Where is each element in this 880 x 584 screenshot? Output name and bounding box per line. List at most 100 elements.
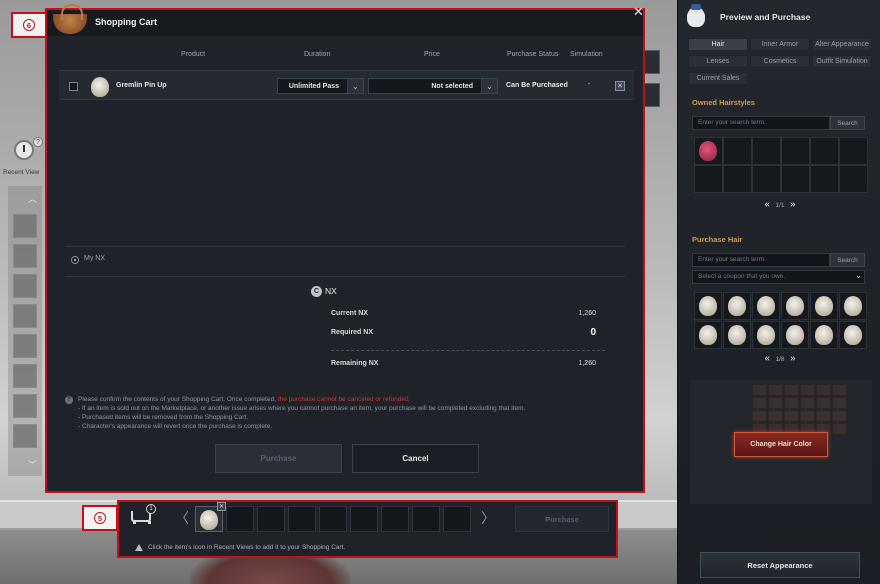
color-swatch[interactable] [816,410,831,422]
close-icon[interactable]: ✕ [633,4,644,20]
color-swatch[interactable] [800,397,815,409]
recent-view-slot[interactable] [13,214,37,238]
color-swatch[interactable] [816,384,831,396]
tab-inner-armor[interactable]: Inner Armor [750,38,810,51]
color-swatch[interactable] [784,397,799,409]
purchase-hair-slot[interactable] [723,292,751,320]
payment-radio[interactable] [71,256,79,264]
color-swatch[interactable] [752,384,767,396]
color-swatch[interactable] [752,410,767,422]
purchase-hair-slot[interactable] [810,321,838,349]
color-swatch[interactable] [832,397,847,409]
tab-cosmetics[interactable]: Cosmetics [750,55,810,68]
chevron-down-icon[interactable]: ﹀ [28,458,37,471]
color-swatch[interactable] [752,397,767,409]
tab-current-sales[interactable]: Current Sales [688,72,748,85]
duration-select[interactable]: Unlimited Pass ⌄ [277,78,364,94]
purchase-hair-slot[interactable] [752,292,780,320]
help-icon[interactable]: ? [33,137,43,147]
purchase-hair-slot[interactable] [839,321,867,349]
owned-search-input[interactable]: Enter your search term. [692,116,830,130]
purchase-hair-slot[interactable] [810,292,838,320]
tab-lenses[interactable]: Lenses [688,55,748,68]
cart-slot[interactable] [288,506,316,532]
simulation-value: - [588,81,591,88]
color-swatch[interactable] [832,410,847,422]
purchase-hair-slot[interactable] [723,321,751,349]
cart-slot[interactable] [412,506,440,532]
hair-thumbnail [840,293,866,319]
color-swatch[interactable] [768,384,783,396]
cart-slot[interactable] [319,506,347,532]
purchase-search-button[interactable]: Search [830,253,865,267]
page-next-icon[interactable]: » [790,353,796,364]
cart-slot[interactable] [226,506,254,532]
purchase-hair-slot[interactable] [694,321,722,349]
recent-view-slot[interactable] [13,244,37,268]
owned-hair-slot [781,165,810,193]
cart-slot[interactable] [257,506,285,532]
tab-hair[interactable]: Hair [688,38,748,51]
chevron-up-icon[interactable]: ︿ [28,192,37,205]
cart-bar-purchase-button[interactable]: Purchase [515,506,609,532]
color-swatch[interactable] [768,397,783,409]
color-swatch[interactable] [784,384,799,396]
purchase-pager: « 1/8 » [750,353,810,364]
purchase-hair-slot[interactable] [694,292,722,320]
current-nx-label: Current NX [331,310,368,317]
current-nx-value: 1,260 [578,310,596,317]
tab-alter-appearance[interactable]: Alter Appearance [812,38,872,51]
purchase-hair-slot[interactable] [839,292,867,320]
chevron-left-icon[interactable]: 〈 [175,508,189,528]
chevron-down-icon: ⌄ [347,79,363,93]
tab-outfit-simulation[interactable]: Outfit Simulation [812,55,872,68]
color-swatch[interactable] [768,410,783,422]
recent-view-slot[interactable] [13,364,37,388]
recent-view-slot[interactable] [13,334,37,358]
change-hair-color-button[interactable]: Change Hair Color [734,432,828,457]
color-swatch[interactable] [832,423,847,435]
divider [65,246,625,247]
camera-button[interactable] [644,50,660,74]
screenshot-button[interactable] [644,83,660,107]
hair-thumbnail [724,293,750,319]
recent-view-slot[interactable] [13,424,37,448]
column-header-simulation: Simulation [570,51,603,58]
owned-search-button[interactable]: Search [830,116,865,130]
price-select[interactable]: Not selected ⌄ [368,78,498,94]
reset-appearance-button[interactable]: Reset Appearance [700,552,860,578]
required-nx-value: 0 [590,327,596,338]
chevron-right-icon[interactable]: 〉 [481,508,495,528]
cart-slot[interactable] [381,506,409,532]
owned-hair-slot[interactable] [694,137,723,165]
page-prev-icon[interactable]: « [764,353,770,364]
purchase-hair-slot[interactable] [752,321,780,349]
callout-number: 5 [94,512,106,524]
color-swatch[interactable] [832,384,847,396]
recent-view-slot[interactable] [13,394,37,418]
recent-view-slot[interactable] [13,274,37,298]
cart-slot[interactable]: ✕ [195,502,226,532]
clock-icon[interactable] [14,140,34,160]
item-checkbox[interactable] [69,82,78,91]
purchase-search-input[interactable]: Enter your search term. [692,253,830,267]
color-swatch[interactable] [800,410,815,422]
recent-view-slot[interactable] [13,304,37,328]
remove-item-button[interactable]: ✕ [615,81,625,91]
page-next-icon[interactable]: » [790,199,796,210]
color-swatch[interactable] [784,410,799,422]
remove-slot-icon[interactable]: ✕ [217,502,226,511]
required-nx-label: Required NX [331,329,374,336]
purchase-hair-slot[interactable] [781,321,809,349]
cart-slot[interactable] [350,506,378,532]
color-swatch[interactable] [816,397,831,409]
purchase-hair-slot[interactable] [781,292,809,320]
notice-line: - Character's appearance will revert onc… [78,423,273,430]
page-prev-icon[interactable]: « [764,199,770,210]
cancel-button[interactable]: Cancel [352,444,479,473]
color-swatch[interactable] [800,384,815,396]
cart-slot[interactable] [443,506,471,532]
purchase-button[interactable]: Purchase [215,444,342,473]
owned-pager: « 1/1 » [750,199,810,210]
coupon-select[interactable]: Select a coupon that you own. ⌄ [692,270,865,284]
